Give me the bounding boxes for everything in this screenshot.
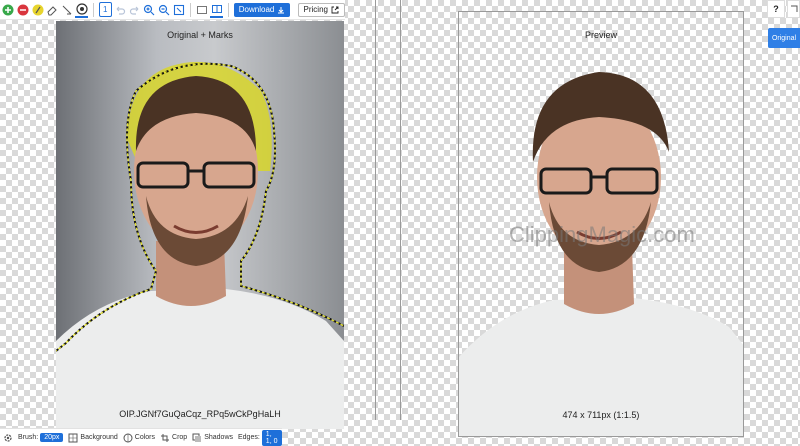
original-toggle-button[interactable]: Original xyxy=(768,28,800,48)
shadows-label: Shadows xyxy=(204,434,233,441)
watermark: ClippingMagic.com xyxy=(509,222,695,247)
undo-button[interactable] xyxy=(114,2,127,18)
fit-button[interactable] xyxy=(172,2,185,18)
fit-to-screen-icon xyxy=(173,4,184,15)
download-button[interactable]: Download xyxy=(233,2,291,17)
plus-circle-icon xyxy=(2,4,14,15)
remove-tool[interactable] xyxy=(17,2,30,18)
eraser-icon xyxy=(47,5,57,15)
zoom-out-button[interactable] xyxy=(158,2,171,18)
background-icon xyxy=(68,433,78,442)
original-photo xyxy=(56,61,344,429)
split-divider-right xyxy=(400,0,401,420)
expand-button[interactable] xyxy=(787,0,800,18)
hair-tool[interactable] xyxy=(31,2,44,18)
crop-button[interactable]: Crop xyxy=(160,433,187,443)
pricing-button[interactable]: Pricing xyxy=(297,2,345,17)
crop-label: Crop xyxy=(172,434,188,441)
preview-panel[interactable]: Preview ClippingMagic.com 474 x 711px (1… xyxy=(458,11,744,437)
keep-tool[interactable] xyxy=(2,2,15,18)
scalpel-tool[interactable] xyxy=(61,2,74,18)
help-button[interactable]: ? xyxy=(767,0,785,18)
split-divider-left xyxy=(375,0,376,420)
redo-button[interactable] xyxy=(128,2,141,18)
zoom-value: 1 xyxy=(102,5,108,14)
brush-label: Brush: xyxy=(18,434,39,441)
preview-panel-title: Preview xyxy=(584,30,617,40)
zoom-in-icon xyxy=(144,4,155,15)
preview-dimensions: 474 x 711px (1:1.5) xyxy=(562,410,640,420)
zoom-select[interactable]: 1 xyxy=(98,2,112,17)
color-wheel-icon xyxy=(123,433,133,442)
download-icon xyxy=(278,6,285,13)
eraser-tool[interactable] xyxy=(46,2,59,18)
redo-icon xyxy=(129,6,139,15)
edges-control[interactable]: Edges: 1, 1, 0 xyxy=(238,429,282,446)
toolbar-divider xyxy=(189,2,191,17)
minus-circle-icon xyxy=(17,4,29,15)
background-label: Background xyxy=(80,434,118,441)
expand-icon xyxy=(790,5,797,12)
shadows-button[interactable]: Shadows xyxy=(192,433,233,443)
view-split-button[interactable] xyxy=(210,2,223,18)
help-label: ? xyxy=(773,4,779,14)
top-toolbar: 1 Download Pricing xyxy=(0,0,345,20)
shadow-icon xyxy=(192,433,202,442)
undo-icon xyxy=(116,6,126,15)
hair-brush-icon xyxy=(32,4,44,15)
zoom-out-icon xyxy=(158,4,170,15)
original-filename: OIP.JGNf7GuQaCqz_RPq5wCkPgHaLH xyxy=(119,409,281,419)
colors-label: Colors xyxy=(134,434,156,441)
original-toggle-label: Original xyxy=(771,34,797,42)
zoom-in-button[interactable] xyxy=(143,2,156,18)
original-panel-title: Original + Marks xyxy=(167,30,233,40)
view-single-button[interactable] xyxy=(196,2,209,18)
download-label: Download xyxy=(238,5,275,14)
colors-button[interactable]: Colors xyxy=(123,433,155,443)
external-link-icon xyxy=(331,6,339,13)
edges-label: Edges: xyxy=(238,434,260,441)
single-view-icon xyxy=(197,5,208,14)
brush-size-value[interactable]: 20px xyxy=(40,433,64,442)
brush-size-control[interactable]: Brush: 20px xyxy=(18,433,64,442)
split-view-icon xyxy=(211,4,222,13)
settings-button[interactable] xyxy=(3,433,13,443)
toolbar-divider xyxy=(92,2,94,17)
background-button[interactable]: Background xyxy=(68,433,118,443)
scalpel-icon xyxy=(62,5,72,14)
bottom-toolbar: Brush: 20px Background Colors Crop Shado… xyxy=(0,428,282,446)
original-panel[interactable]: Original + Marks OIP.JGNf7GuQaCqz_RPq5wC… xyxy=(56,21,344,429)
pricing-label: Pricing xyxy=(303,5,328,14)
palette-icon xyxy=(75,2,88,15)
gear-icon xyxy=(4,433,12,442)
edges-value[interactable]: 1, 1, 0 xyxy=(261,429,282,446)
crop-icon xyxy=(161,433,170,442)
toolbar-divider xyxy=(227,2,229,17)
palette-tool[interactable] xyxy=(75,2,88,18)
